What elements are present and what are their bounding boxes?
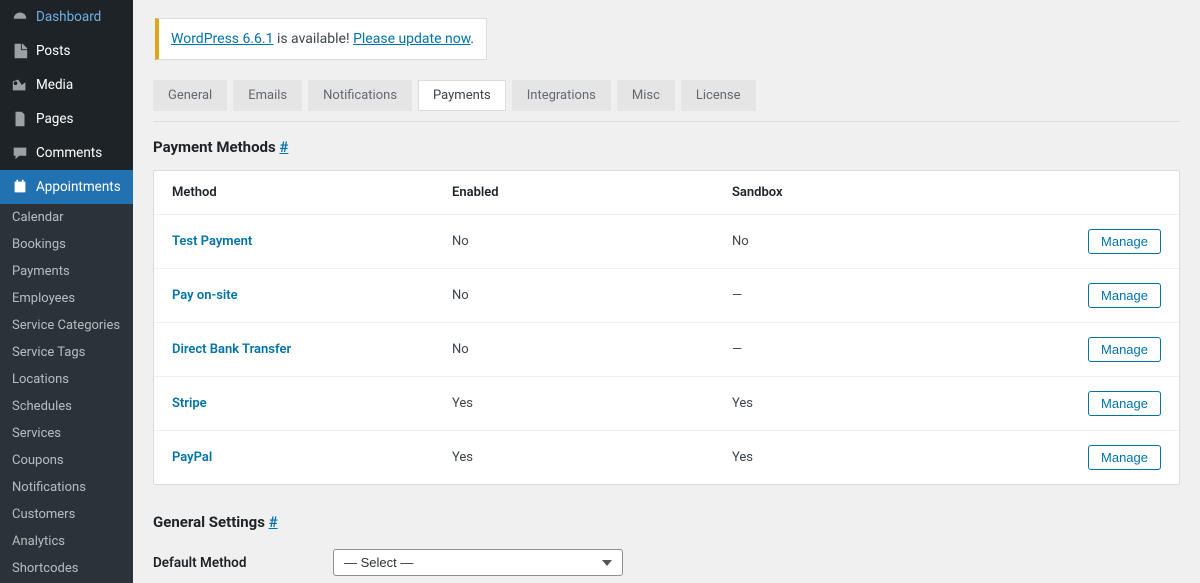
sidebar-item-label: Appointments (36, 179, 121, 195)
enabled-value: No (452, 288, 732, 303)
table-row: Pay on-site No— Manage (154, 268, 1179, 322)
table-row: Test Payment NoNo Manage (154, 214, 1179, 268)
divider (153, 121, 1180, 122)
sidebar-item-dashboard[interactable]: Dashboard (0, 0, 133, 34)
default-method-row: Default Method — Select — Payment method… (153, 549, 1180, 583)
submenu-item-calendar[interactable]: Calendar (0, 204, 133, 231)
wp-version-link[interactable]: WordPress 6.6.1 (171, 31, 273, 47)
submenu-item-schedules[interactable]: Schedules (0, 393, 133, 420)
enabled-value: Yes (452, 450, 732, 465)
sandbox-value: — (732, 288, 1071, 303)
manage-button[interactable]: Manage (1088, 229, 1161, 254)
enabled-value: No (452, 234, 732, 249)
anchor-link[interactable]: # (279, 138, 288, 156)
main-content: WordPress 6.6.1 is available! Please upd… (133, 0, 1200, 583)
submenu-item-payments[interactable]: Payments (0, 258, 133, 285)
submenu-item-shortcodes[interactable]: Shortcodes (0, 555, 133, 582)
sidebar-item-label: Dashboard (36, 9, 101, 25)
method-link[interactable]: Direct Bank Transfer (172, 342, 291, 357)
table-header: MethodEnabledSandbox (154, 171, 1179, 214)
tab-emails[interactable]: Emails (233, 80, 302, 111)
media-icon (10, 75, 30, 95)
tab-payments[interactable]: Payments (418, 80, 506, 111)
sidebar-item-label: Pages (36, 111, 74, 127)
payment-methods-heading: Payment Methods # (153, 138, 1180, 156)
manage-button[interactable]: Manage (1088, 283, 1161, 308)
submenu-item-employees[interactable]: Employees (0, 285, 133, 312)
method-link[interactable]: PayPal (172, 450, 212, 465)
submenu-item-customers[interactable]: Customers (0, 501, 133, 528)
update-notice: WordPress 6.6.1 is available! Please upd… (155, 18, 487, 60)
default-method-select[interactable]: — Select — (333, 549, 623, 576)
manage-button[interactable]: Manage (1088, 445, 1161, 470)
posts-icon (10, 41, 30, 61)
comments-icon (10, 143, 30, 163)
settings-tabs: GeneralEmailsNotificationsPaymentsIntegr… (153, 80, 1180, 111)
sandbox-value: Yes (732, 450, 1071, 465)
method-link[interactable]: Stripe (172, 396, 207, 411)
admin-sidebar: Dashboard Posts Media Pages Comments Appointm… (0, 0, 133, 583)
col-enabled: Enabled (452, 185, 732, 200)
submenu-item-notifications[interactable]: Notifications (0, 474, 133, 501)
dashboard-icon (10, 7, 30, 27)
sidebar-item-label: Comments (36, 145, 102, 161)
manage-button[interactable]: Manage (1088, 337, 1161, 362)
method-link[interactable]: Test Payment (172, 234, 252, 249)
tab-notifications[interactable]: Notifications (308, 80, 412, 111)
default-method-label: Default Method (153, 549, 333, 571)
pages-icon (10, 109, 30, 129)
update-now-link[interactable]: Please update now (353, 31, 470, 47)
tab-license[interactable]: License (681, 80, 756, 111)
submenu-item-coupons[interactable]: Coupons (0, 447, 133, 474)
submenu-item-analytics[interactable]: Analytics (0, 528, 133, 555)
sidebar-item-label: Media (36, 77, 73, 93)
sandbox-value: No (732, 234, 1071, 249)
submenu-item-bookings[interactable]: Bookings (0, 231, 133, 258)
sidebar-item-appointments[interactable]: Appointments (0, 170, 133, 204)
tab-misc[interactable]: Misc (617, 80, 675, 111)
enabled-value: Yes (452, 396, 732, 411)
appointments-icon (10, 177, 30, 197)
sidebar-item-pages[interactable]: Pages (0, 102, 133, 136)
sandbox-value: Yes (732, 396, 1071, 411)
col-sandbox: Sandbox (732, 185, 1071, 200)
method-link[interactable]: Pay on-site (172, 288, 238, 303)
tab-integrations[interactable]: Integrations (512, 80, 611, 111)
submenu-item-services[interactable]: Services (0, 420, 133, 447)
enabled-value: No (452, 342, 732, 357)
sidebar-item-comments[interactable]: Comments (0, 136, 133, 170)
submenu-item-service-categories[interactable]: Service Categories (0, 312, 133, 339)
manage-button[interactable]: Manage (1088, 391, 1161, 416)
payment-methods-table: MethodEnabledSandboxTest PaymentNoNoMana… (153, 170, 1180, 485)
anchor-link[interactable]: # (269, 513, 278, 531)
sidebar-item-posts[interactable]: Posts (0, 34, 133, 68)
sidebar-item-label: Posts (36, 43, 70, 59)
tab-general[interactable]: General (153, 80, 227, 111)
sidebar-item-media[interactable]: Media (0, 68, 133, 102)
col-method: Method (172, 185, 452, 200)
submenu-item-service-tags[interactable]: Service Tags (0, 339, 133, 366)
submenu-item-locations[interactable]: Locations (0, 366, 133, 393)
table-row: Stripe YesYes Manage (154, 376, 1179, 430)
general-settings-heading: General Settings # (153, 513, 1180, 531)
table-row: PayPal YesYes Manage (154, 430, 1179, 484)
table-row: Direct Bank Transfer No— Manage (154, 322, 1179, 376)
sandbox-value: — (732, 342, 1071, 357)
